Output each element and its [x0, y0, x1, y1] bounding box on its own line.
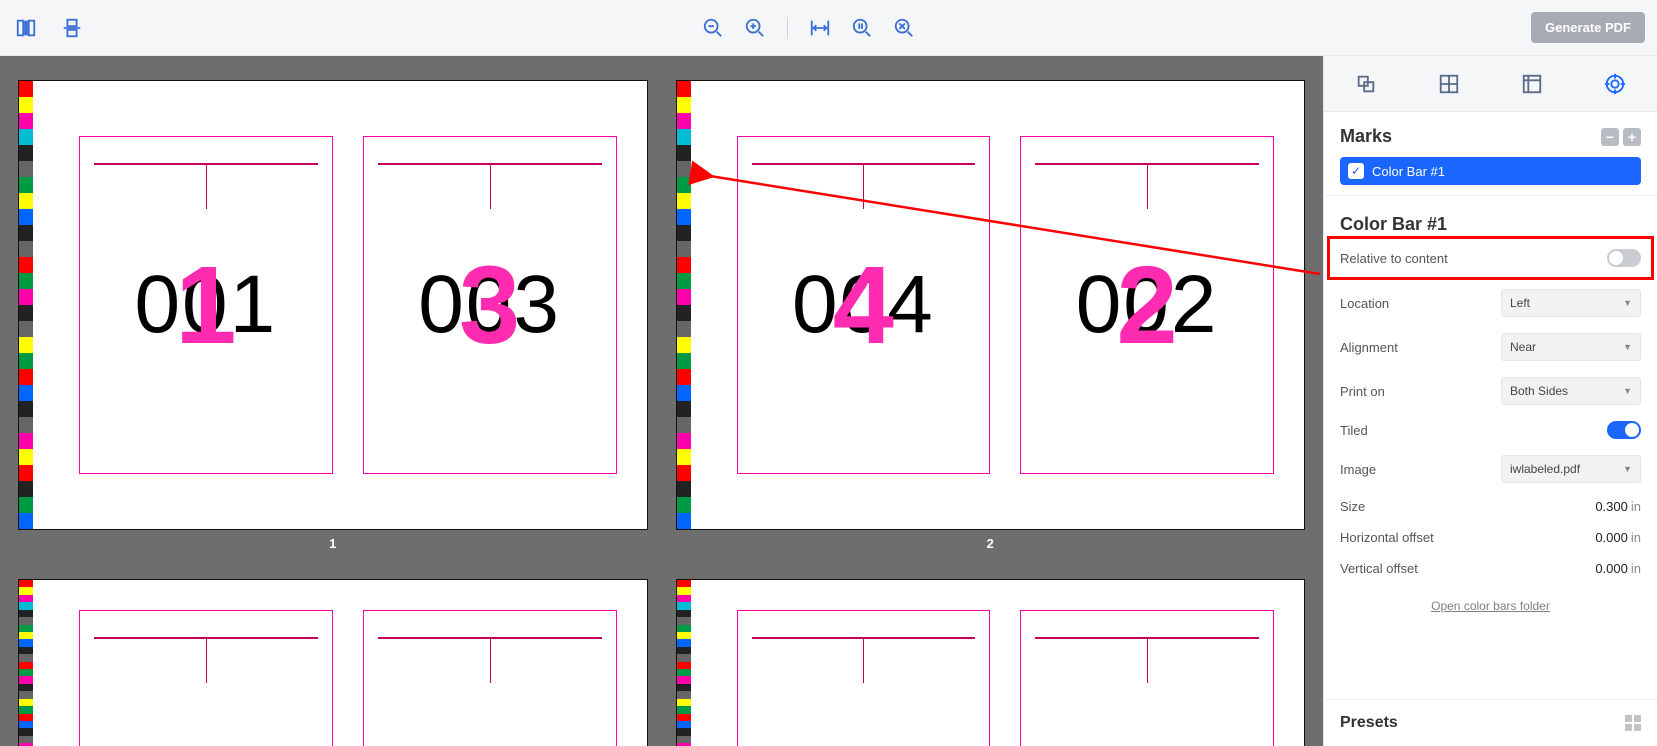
tiled-label: Tiled: [1340, 423, 1368, 438]
location-select[interactable]: Left▼: [1501, 289, 1641, 317]
size-label: Size: [1340, 499, 1365, 514]
color-bar: [677, 81, 691, 529]
add-mark-button[interactable]: +: [1623, 128, 1641, 146]
page-number-pink: 4: [833, 242, 894, 369]
remove-mark-button[interactable]: −: [1601, 128, 1619, 146]
page-number-pink: 3: [459, 242, 520, 369]
mark-item-label: Color Bar #1: [1372, 164, 1445, 179]
sheet[interactable]: [18, 579, 648, 746]
presets-grid-icon[interactable]: [1625, 715, 1641, 731]
tab-margins-icon[interactable]: [1517, 69, 1547, 99]
size-value[interactable]: 0.300in: [1595, 499, 1641, 514]
checkmark-icon[interactable]: ✓: [1348, 163, 1364, 179]
tab-marks-icon[interactable]: [1600, 69, 1630, 99]
alignment-label: Alignment: [1340, 340, 1398, 355]
location-label: Location: [1340, 296, 1389, 311]
tab-grid-icon[interactable]: [1434, 69, 1464, 99]
tiled-toggle[interactable]: [1607, 421, 1641, 439]
printon-label: Print on: [1340, 384, 1385, 399]
color-bar: [19, 81, 33, 529]
page-cell[interactable]: [363, 610, 617, 746]
canvas-area[interactable]: 001100331004400222: [0, 56, 1323, 746]
fit-width-icon[interactable]: [806, 14, 834, 42]
top-toolbar: Generate PDF: [0, 0, 1657, 56]
voff-label: Vertical offset: [1340, 561, 1418, 576]
location-row: Location Left▼: [1324, 281, 1657, 325]
sheet-label: 1: [18, 536, 648, 551]
zoom-out-icon[interactable]: [699, 14, 727, 42]
sidebar-tabs: [1324, 56, 1657, 112]
open-color-bars-folder-link[interactable]: Open color bars folder: [1431, 599, 1550, 613]
page-number-pink: 2: [1117, 242, 1178, 369]
layout-icon-a[interactable]: [12, 14, 40, 42]
page-number-pink: 1: [175, 242, 236, 369]
sheet-label: 2: [676, 536, 1306, 551]
mark-item-colorbar1[interactable]: ✓ Color Bar #1: [1340, 157, 1641, 185]
hoff-value[interactable]: 0.000in: [1595, 530, 1641, 545]
tab-templates-icon[interactable]: [1351, 69, 1381, 99]
printon-select[interactable]: Both Sides▼: [1501, 377, 1641, 405]
page-cell[interactable]: 0011: [79, 136, 333, 474]
page-cell[interactable]: 0022: [1020, 136, 1274, 474]
image-row: Image iwlabeled.pdf▼: [1324, 447, 1657, 491]
page-cell[interactable]: [737, 610, 991, 746]
color-bar: [19, 580, 33, 746]
voff-value[interactable]: 0.000in: [1595, 561, 1641, 576]
image-select[interactable]: iwlabeled.pdf▼: [1501, 455, 1641, 483]
alignment-select[interactable]: Near▼: [1501, 333, 1641, 361]
printon-row: Print on Both Sides▼: [1324, 369, 1657, 413]
image-label: Image: [1340, 462, 1376, 477]
hoff-row: Horizontal offset 0.000in: [1324, 522, 1657, 553]
marks-title: Marks: [1340, 126, 1392, 147]
sheet[interactable]: 00110033: [18, 80, 648, 530]
tiled-row: Tiled: [1324, 413, 1657, 447]
sidebar: Marks − + ✓ Color Bar #1 Color Bar #1 Re…: [1323, 56, 1657, 746]
sheet[interactable]: [676, 579, 1306, 746]
properties-title: Color Bar #1: [1324, 196, 1657, 235]
generate-pdf-button[interactable]: Generate PDF: [1531, 12, 1645, 43]
hoff-label: Horizontal offset: [1340, 530, 1434, 545]
relative-toggle[interactable]: [1607, 249, 1641, 267]
page-cell[interactable]: [79, 610, 333, 746]
page-cell[interactable]: [1020, 610, 1274, 746]
divider: [787, 17, 788, 39]
zoom-in-icon[interactable]: [741, 14, 769, 42]
layout-icon-b[interactable]: [58, 14, 86, 42]
presets-row: Presets: [1324, 699, 1657, 746]
marks-list-section: Marks − + ✓ Color Bar #1: [1324, 112, 1657, 196]
page-cell[interactable]: 0044: [737, 136, 991, 474]
relative-to-content-row: Relative to content: [1328, 237, 1653, 279]
zoom-actual-icon[interactable]: [848, 14, 876, 42]
sheet[interactable]: 00440022: [676, 80, 1306, 530]
voff-row: Vertical offset 0.000in: [1324, 553, 1657, 584]
presets-label: Presets: [1340, 714, 1398, 732]
zoom-reset-icon[interactable]: [890, 14, 918, 42]
alignment-row: Alignment Near▼: [1324, 325, 1657, 369]
color-bar: [677, 580, 691, 746]
page-cell[interactable]: 0033: [363, 136, 617, 474]
relative-label: Relative to content: [1340, 251, 1448, 266]
size-row: Size 0.300in: [1324, 491, 1657, 522]
